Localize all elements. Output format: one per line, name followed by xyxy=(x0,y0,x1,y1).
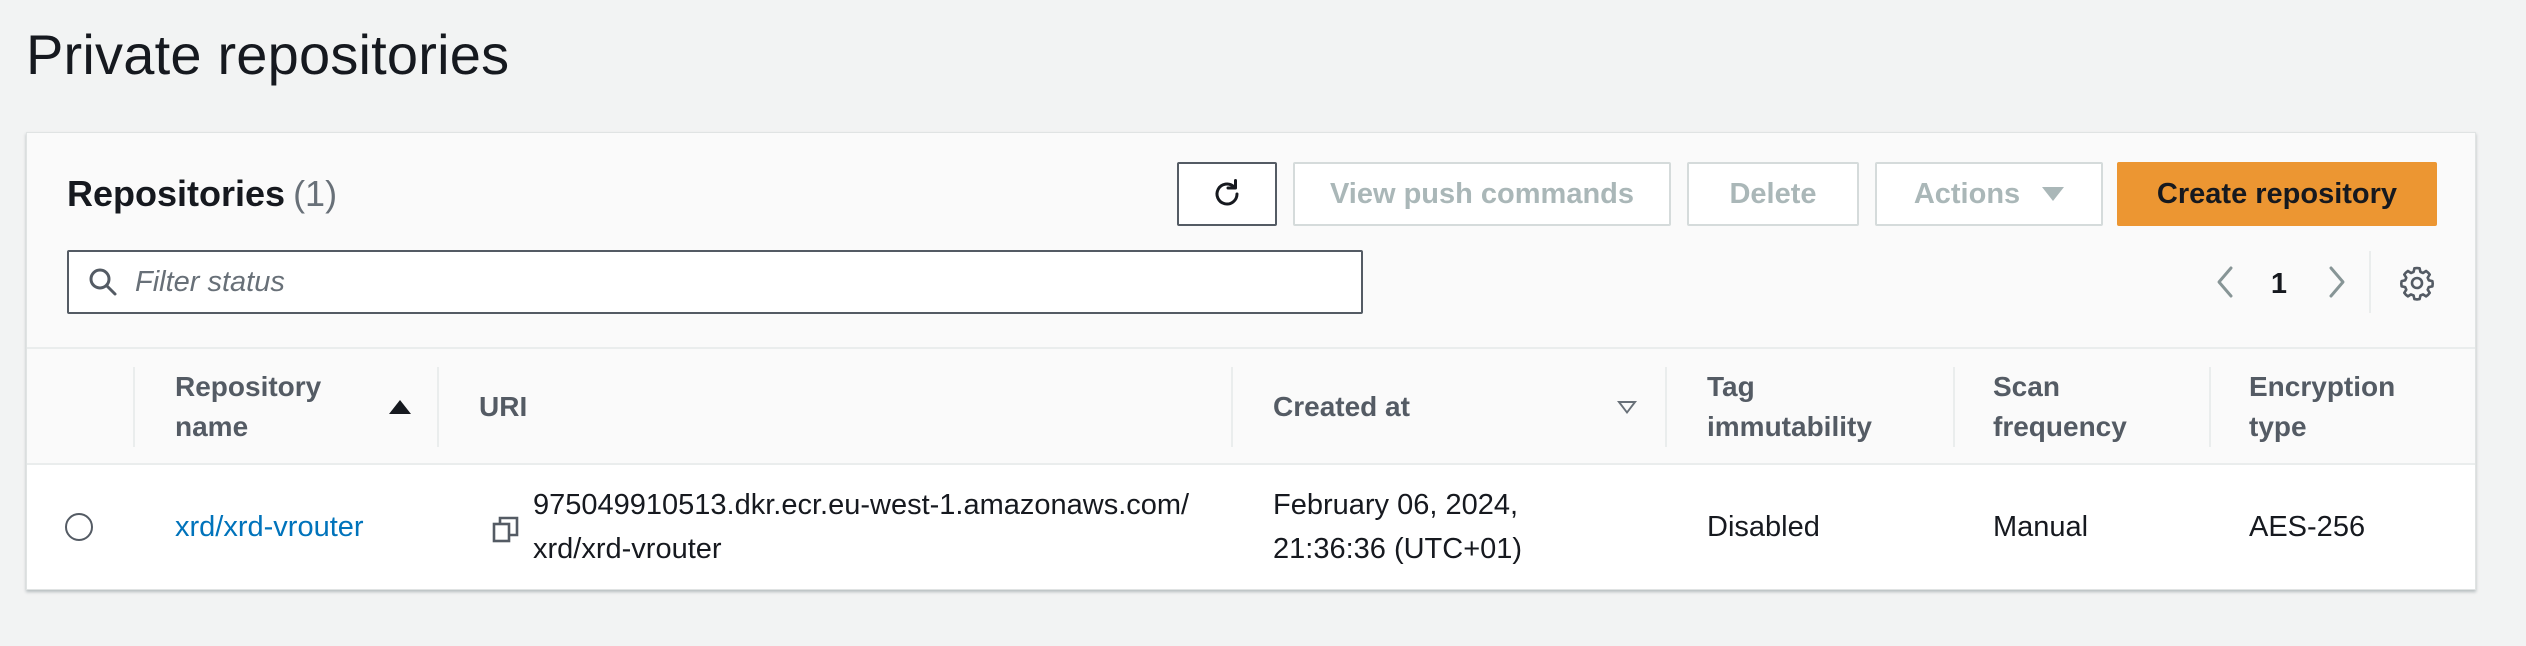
column-header-tag-immutability-line1: Tag xyxy=(1707,371,1755,402)
column-header-encryption-type[interactable]: Encryption type xyxy=(2249,349,2469,465)
filter-field[interactable] xyxy=(67,250,1363,314)
column-separator xyxy=(1231,367,1233,447)
copy-icon[interactable] xyxy=(491,514,521,544)
column-header-repository-name-label: Repository name xyxy=(175,367,321,447)
uri-line-2: xrd/xrd-vrouter xyxy=(533,533,722,565)
tag-immutability-cell: Disabled xyxy=(1707,511,1820,543)
repositories-heading-label: Repositories xyxy=(67,173,286,214)
table-header: Repository name URI Created at Tag immut… xyxy=(27,347,2475,465)
current-page-number[interactable]: 1 xyxy=(2261,262,2297,306)
sort-sortable-icon[interactable] xyxy=(1617,401,1637,414)
caret-down-icon xyxy=(2042,187,2065,201)
column-header-scan-frequency[interactable]: Scan frequency xyxy=(1993,349,2223,465)
next-page-button[interactable] xyxy=(2317,260,2357,304)
toolbar-divider xyxy=(2369,251,2371,313)
encryption-type-cell: AES-256 xyxy=(2249,511,2366,543)
refresh-icon xyxy=(1215,179,1239,206)
repository-name-link[interactable]: xrd/xrd-vrouter xyxy=(175,505,364,549)
created-at-line-1: February 06, 2024, xyxy=(1273,489,1519,521)
column-separator xyxy=(2209,367,2211,447)
column-header-repository-name-line2: name xyxy=(175,411,249,442)
panel-header: Repositories (1) View push commands Delet… xyxy=(27,133,2475,347)
search-icon xyxy=(89,268,117,296)
column-header-uri[interactable]: URI xyxy=(479,349,779,465)
view-push-commands-button[interactable]: View push commands xyxy=(1293,162,1671,226)
column-header-repository-name-line1: Repository xyxy=(175,371,322,402)
column-separator xyxy=(1953,367,1955,447)
column-separator xyxy=(133,367,135,447)
preferences-button[interactable] xyxy=(2393,259,2441,307)
delete-button[interactable]: Delete xyxy=(1687,162,1859,226)
column-header-scan-frequency-line1: Scan xyxy=(1993,371,2060,402)
column-header-tag-immutability[interactable]: Tag immutability xyxy=(1707,349,1947,465)
column-header-uri-label: URI xyxy=(479,391,528,422)
column-header-encryption-type-line1: Encryption xyxy=(2249,371,2396,402)
scan-frequency-cell: Manual xyxy=(1993,511,2089,543)
column-separator xyxy=(1665,367,1667,447)
column-header-scan-frequency-line2: frequency xyxy=(1993,411,2127,442)
column-header-encryption-type-label: Encryption type xyxy=(2249,367,2395,447)
page-title: Private repositories xyxy=(26,23,510,86)
column-header-created-at[interactable]: Created at xyxy=(1273,349,1573,465)
previous-page-button[interactable] xyxy=(2205,260,2245,304)
row-select-radio[interactable] xyxy=(65,513,93,541)
column-header-scan-frequency-label: Scan frequency xyxy=(1993,367,2127,447)
column-header-created-at-label: Created at xyxy=(1273,391,1410,422)
uri-line-1: 975049910513.dkr.ecr.eu-west-1.amazonaws… xyxy=(533,489,1190,521)
created-at-cell: February 06, 2024, 21:36:36 (UTC+01) xyxy=(1273,465,1522,589)
column-header-encryption-type-line2: type xyxy=(2249,411,2307,442)
column-header-tag-immutability-label: Tag immutability xyxy=(1707,367,1872,447)
gear-icon xyxy=(2400,266,2434,301)
uri-text: 975049910513.dkr.ecr.eu-west-1.amazonaws… xyxy=(533,483,1189,571)
refresh-button[interactable] xyxy=(1177,162,1277,226)
column-separator xyxy=(437,367,439,447)
row-select-cell xyxy=(65,465,93,589)
filter-input[interactable] xyxy=(135,265,1315,299)
sort-ascending-icon[interactable] xyxy=(389,400,411,414)
repositories-heading: Repositories (1) xyxy=(67,173,337,215)
chevron-right-icon xyxy=(2329,266,2345,298)
repositories-count: (1) xyxy=(293,173,338,214)
chevron-left-icon xyxy=(2217,266,2233,298)
actions-dropdown-button[interactable]: Actions xyxy=(1875,162,2103,226)
actions-label: Actions xyxy=(1913,177,2021,210)
uri-cell: 975049910513.dkr.ecr.eu-west-1.amazonaws… xyxy=(491,465,1189,589)
column-header-tag-immutability-line2: immutability xyxy=(1707,411,1872,442)
repositories-panel: Repositories (1) View push commands Delet… xyxy=(26,132,2476,590)
created-at-line-2: 21:36:36 (UTC+01) xyxy=(1273,533,1523,565)
repository-name-cell: xrd/xrd-vrouter xyxy=(175,465,364,589)
table-row[interactable]: xrd/xrd-vrouter 975049910513.dkr.ecr.eu-… xyxy=(27,465,2475,589)
create-repository-button[interactable]: Create repository xyxy=(2117,162,2437,226)
